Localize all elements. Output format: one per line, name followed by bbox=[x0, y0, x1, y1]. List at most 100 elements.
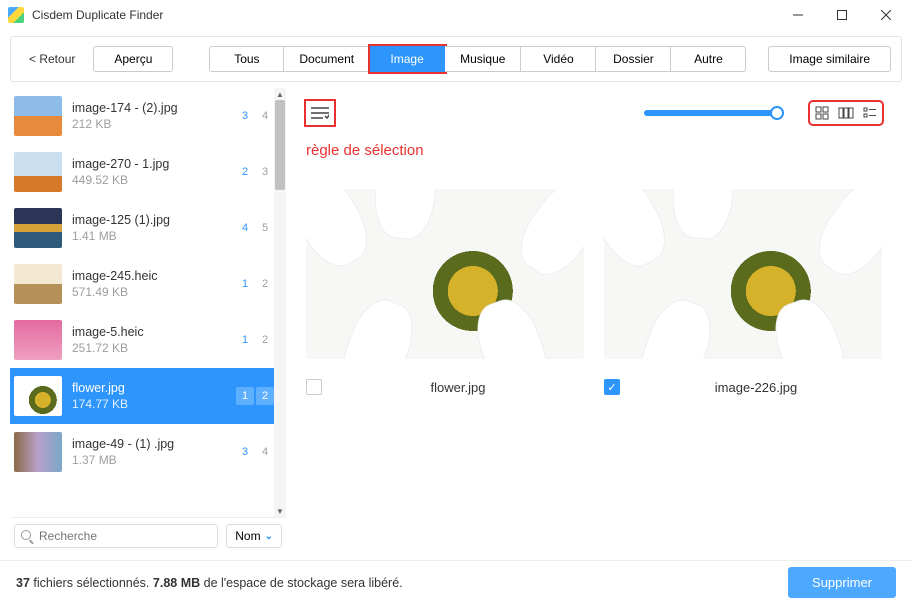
main: image-174 - (2).jpg 212 KB 34 image-270 … bbox=[10, 88, 902, 554]
count-badge: 4 bbox=[256, 443, 274, 461]
maximize-icon bbox=[837, 10, 847, 20]
count-badge: 4 bbox=[256, 107, 274, 125]
file-name: image-245.heic bbox=[72, 269, 226, 283]
preview-item: flower.jpg bbox=[306, 189, 584, 395]
list-item[interactable]: image-5.heic 251.72 KB 12 bbox=[10, 312, 286, 368]
tab-music[interactable]: Musique bbox=[445, 46, 521, 72]
scroll-up-icon[interactable]: ▲ bbox=[274, 88, 286, 100]
count-badge: 1 bbox=[236, 275, 254, 293]
count-badge: 2 bbox=[256, 387, 274, 405]
columns-icon bbox=[838, 106, 854, 120]
file-name: image-5.heic bbox=[72, 325, 226, 339]
preview-grid: flower.jpg ✓ image-226.jpg bbox=[306, 189, 882, 395]
file-name: image-125 (1).jpg bbox=[72, 213, 226, 227]
chevron-down-icon: ⌄ bbox=[265, 531, 273, 542]
file-name: flower.jpg bbox=[72, 381, 226, 395]
view-columns-button[interactable] bbox=[834, 102, 858, 124]
thumbnail bbox=[14, 320, 62, 360]
file-size: 251.72 KB bbox=[72, 341, 226, 355]
thumbnail bbox=[14, 208, 62, 248]
thumbnail bbox=[14, 96, 62, 136]
preview-filename: flower.jpg bbox=[332, 380, 584, 395]
selection-rule-button[interactable] bbox=[306, 101, 334, 125]
file-size: 212 KB bbox=[72, 117, 226, 131]
sort-dropdown[interactable]: Nom ⌄ bbox=[226, 524, 282, 548]
similar-image-button[interactable]: Image similaire bbox=[768, 46, 891, 72]
toolbar: < Retour Aperçu Tous Document Image Musi… bbox=[10, 36, 902, 82]
slider-thumb[interactable] bbox=[770, 106, 784, 120]
grid-icon bbox=[815, 106, 829, 120]
preview-image[interactable] bbox=[306, 189, 584, 359]
preview-checkbox[interactable]: ✓ bbox=[604, 379, 620, 395]
scroll-down-icon[interactable]: ▼ bbox=[274, 505, 286, 517]
sidebar: image-174 - (2).jpg 212 KB 34 image-270 … bbox=[10, 88, 286, 554]
list-item[interactable]: image-270 - 1.jpg 449.52 KB 23 bbox=[10, 144, 286, 200]
search-box[interactable] bbox=[14, 524, 218, 548]
file-name: image-270 - 1.jpg bbox=[72, 157, 226, 171]
count-badge: 3 bbox=[236, 107, 254, 125]
file-size: 571.49 KB bbox=[72, 285, 226, 299]
file-name: image-49 - (1) .jpg bbox=[72, 437, 226, 451]
tab-video[interactable]: Vidéo bbox=[521, 46, 596, 72]
preview-image[interactable] bbox=[604, 189, 882, 359]
back-button[interactable]: < Retour bbox=[21, 48, 83, 70]
scrollbar-thumb[interactable] bbox=[275, 100, 285, 190]
maximize-button[interactable] bbox=[830, 3, 854, 27]
preview-checkbox[interactable] bbox=[306, 379, 322, 395]
list-item[interactable]: image-125 (1).jpg 1.41 MB 45 bbox=[10, 200, 286, 256]
tab-document[interactable]: Document bbox=[284, 46, 370, 72]
tab-other[interactable]: Autre bbox=[671, 46, 746, 72]
thumbnail bbox=[14, 152, 62, 192]
content-toolbar bbox=[306, 98, 882, 128]
file-size: 1.37 MB bbox=[72, 453, 226, 467]
search-input[interactable] bbox=[39, 529, 211, 543]
window-controls bbox=[786, 3, 898, 27]
preview-filename: image-226.jpg bbox=[630, 380, 882, 395]
count-badge: 1 bbox=[236, 387, 254, 405]
status-selected-text: fichiers sélectionnés. bbox=[30, 576, 153, 590]
list-item[interactable]: image-174 - (2).jpg 212 KB 34 bbox=[10, 88, 286, 144]
file-size: 1.41 MB bbox=[72, 229, 226, 243]
file-name: image-174 - (2).jpg bbox=[72, 101, 226, 115]
status-freed-text: de l'espace de stockage sera libéré. bbox=[200, 576, 403, 590]
tab-folder[interactable]: Dossier bbox=[596, 46, 671, 72]
close-icon bbox=[881, 10, 891, 20]
filter-icon bbox=[311, 106, 329, 120]
count-badge: 3 bbox=[256, 163, 274, 181]
count-badge: 5 bbox=[256, 219, 274, 237]
list-icon bbox=[863, 106, 877, 120]
preview-button[interactable]: Aperçu bbox=[93, 46, 173, 72]
file-list[interactable]: image-174 - (2).jpg 212 KB 34 image-270 … bbox=[10, 88, 286, 517]
count-badge: 4 bbox=[236, 219, 254, 237]
minimize-icon bbox=[793, 10, 803, 20]
delete-button[interactable]: Supprimer bbox=[788, 567, 896, 598]
app-icon bbox=[8, 7, 24, 23]
status-size: 7.88 MB bbox=[153, 576, 200, 590]
tab-all[interactable]: Tous bbox=[209, 46, 284, 72]
zoom-slider[interactable] bbox=[644, 110, 784, 116]
search-icon bbox=[21, 530, 33, 542]
close-button[interactable] bbox=[874, 3, 898, 27]
preview-item: ✓ image-226.jpg bbox=[604, 189, 882, 395]
file-size: 174.77 KB bbox=[72, 397, 226, 411]
scrollbar[interactable]: ▲ ▼ bbox=[274, 88, 286, 517]
count-badge: 2 bbox=[256, 275, 274, 293]
minimize-button[interactable] bbox=[786, 3, 810, 27]
content-pane: règle de sélection flower.jpg bbox=[286, 88, 902, 554]
view-mode-group bbox=[810, 102, 882, 124]
statusbar: 37 fichiers sélectionnés. 7.88 MB de l'e… bbox=[0, 560, 912, 604]
list-item[interactable]: image-49 - (1) .jpg 1.37 MB 34 bbox=[10, 424, 286, 480]
list-item[interactable]: flower.jpg 174.77 KB 12 bbox=[10, 368, 286, 424]
tab-image[interactable]: Image bbox=[370, 46, 445, 72]
view-list-button[interactable] bbox=[858, 102, 882, 124]
list-item[interactable]: image-245.heic 571.49 KB 12 bbox=[10, 256, 286, 312]
sort-label: Nom bbox=[235, 529, 260, 543]
count-badge: 2 bbox=[256, 331, 274, 349]
view-grid-button[interactable] bbox=[810, 102, 834, 124]
thumbnail bbox=[14, 376, 62, 416]
titlebar: Cisdem Duplicate Finder bbox=[0, 0, 912, 30]
count-badge: 3 bbox=[236, 443, 254, 461]
status-count: 37 bbox=[16, 576, 30, 590]
count-badge: 2 bbox=[236, 163, 254, 181]
thumbnail bbox=[14, 264, 62, 304]
